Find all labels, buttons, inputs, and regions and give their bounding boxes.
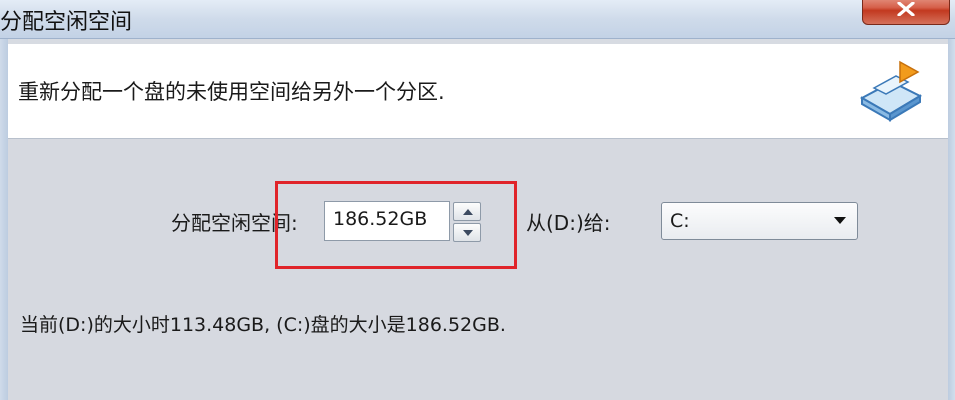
partition-drive-icon [859, 60, 923, 122]
target-drive-dropdown[interactable]: C: [661, 202, 858, 240]
body-panel: 分配空闲空间: 186.52GB 从(D:)给: C: 当前(D:)的大小时11… [8, 139, 948, 400]
close-icon [897, 2, 915, 16]
close-button[interactable] [862, 0, 950, 25]
target-drive-value: C: [670, 210, 690, 232]
status-text: 当前(D:)的大小时113.48GB, (C:)盘的大小是186.52GB. [20, 314, 506, 336]
header-description: 重新分配一个盘的未使用空间给另外一个分区. [18, 80, 445, 104]
chevron-down-icon [834, 217, 846, 224]
highlight-annotation [275, 181, 517, 269]
title-bar[interactable]: 分配空闲空间 [0, 0, 955, 39]
header-panel: 重新分配一个盘的未使用空间给另外一个分区. [8, 44, 948, 139]
window-frame-right [948, 39, 955, 400]
window-frame-left [0, 39, 8, 400]
from-drive-label: 从(D:)给: [526, 211, 611, 235]
window-title: 分配空闲空间 [0, 10, 133, 35]
